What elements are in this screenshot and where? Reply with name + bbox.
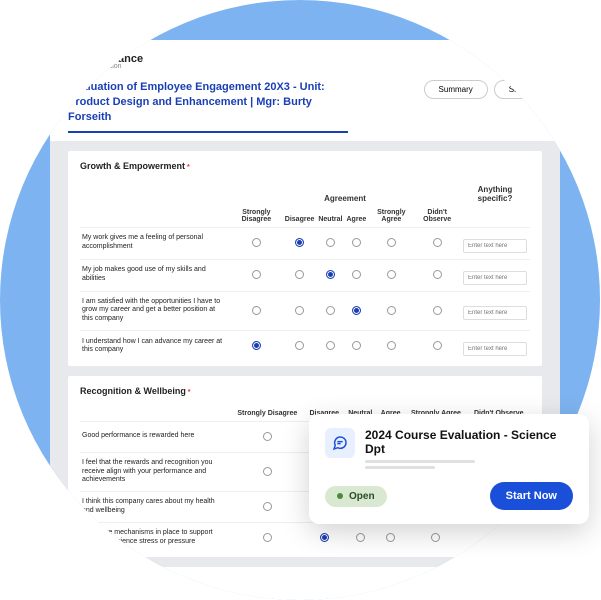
specific-input[interactable] — [463, 342, 527, 356]
radio-option[interactable] — [252, 341, 261, 350]
card-placeholder-lines — [365, 460, 573, 469]
table-row: I am satisfied with the opportunities I … — [80, 291, 530, 330]
statement-cell: I understand how I can advance my career… — [80, 330, 230, 362]
radio-option[interactable] — [352, 238, 361, 247]
brand: explorance Corporation — [68, 53, 143, 70]
radio-option[interactable] — [387, 341, 396, 350]
specific-input[interactable] — [463, 271, 527, 285]
radio-option[interactable] — [433, 341, 442, 350]
scale-header: Strongly Disagree — [230, 406, 305, 422]
radio-option[interactable] — [352, 341, 361, 350]
statement-cell: I am satisfied with the opportunities I … — [80, 291, 230, 330]
radio-option[interactable] — [295, 306, 304, 315]
agreement-header: Agreement — [230, 181, 460, 205]
statement-cell: There are mechanisms in place to support… — [80, 523, 230, 554]
radio-option[interactable] — [494, 533, 503, 542]
likert-table: AgreementAnything specific? Strongly Disa… — [80, 181, 530, 362]
radio-option[interactable] — [263, 467, 272, 476]
brand-logo-icon — [68, 53, 80, 65]
status-badge: Open — [325, 486, 387, 507]
radio-option[interactable] — [386, 533, 395, 542]
save-button[interactable]: Save — [494, 80, 542, 99]
start-now-button[interactable]: Start Now — [490, 482, 573, 510]
statement-cell: My job makes good use of my skills and a… — [80, 259, 230, 291]
radio-option[interactable] — [326, 238, 335, 247]
scale-header: Strongly Agree — [368, 205, 414, 228]
radio-option[interactable] — [263, 502, 272, 511]
radio-option[interactable] — [263, 432, 272, 441]
specific-input[interactable] — [463, 306, 527, 320]
specific-input[interactable] — [463, 239, 527, 253]
avatar[interactable] — [524, 52, 542, 70]
radio-option[interactable] — [326, 270, 335, 279]
status-dot-icon — [337, 493, 343, 499]
radio-option[interactable] — [252, 238, 261, 247]
section-panel: Growth & Empowerment AgreementAnything sp… — [68, 151, 542, 366]
radio-option[interactable] — [387, 270, 396, 279]
table-row: I understand how I can advance my career… — [80, 330, 530, 362]
section-panel: Organizational ValuesStrongly DisagreeDi… — [68, 567, 542, 600]
page-title: Evaluation of Employee Engagement 20X3 -… — [68, 80, 348, 133]
chat-icon — [325, 428, 355, 458]
radio-option[interactable] — [433, 306, 442, 315]
radio-option[interactable] — [295, 238, 304, 247]
scale-header: Agree — [344, 205, 368, 228]
header: explorance Corporation Evaluation of Emp… — [50, 40, 560, 141]
section-title: Growth & Empowerment — [80, 161, 530, 171]
radio-option[interactable] — [326, 341, 335, 350]
radio-option[interactable] — [320, 533, 329, 542]
radio-option[interactable] — [433, 238, 442, 247]
radio-option[interactable] — [295, 341, 304, 350]
specific-header: Anything specific? — [460, 181, 530, 205]
statement-cell: Good performance is rewarded here — [80, 421, 230, 452]
content-area: Growth & Empowerment AgreementAnything sp… — [50, 141, 560, 600]
table-row: My work gives me a feeling of personal a… — [80, 227, 530, 259]
section-title: Recognition & Wellbeing — [80, 386, 530, 396]
summary-button[interactable]: Summary — [424, 80, 488, 99]
statement-cell: I think this company cares about my heal… — [80, 492, 230, 523]
scale-header: Strongly Disagree — [230, 205, 283, 228]
radio-option[interactable] — [352, 270, 361, 279]
radio-option[interactable] — [326, 306, 335, 315]
radio-option[interactable] — [387, 238, 396, 247]
statement-cell: I feel that the rewards and recognition … — [80, 452, 230, 491]
statement-cell: My work gives me a feeling of personal a… — [80, 227, 230, 259]
radio-option[interactable] — [356, 533, 365, 542]
radio-option[interactable] — [352, 306, 361, 315]
radio-option[interactable] — [252, 270, 261, 279]
table-row: There are mechanisms in place to support… — [80, 523, 530, 554]
table-row: My job makes good use of my skills and a… — [80, 259, 530, 291]
radio-option[interactable] — [431, 533, 440, 542]
radio-option[interactable] — [433, 270, 442, 279]
status-label: Open — [349, 491, 375, 502]
radio-option[interactable] — [387, 306, 396, 315]
radio-option[interactable] — [263, 533, 272, 542]
radio-option[interactable] — [295, 270, 304, 279]
evaluation-card: 2024 Course Evaluation - Science Dpt Ope… — [309, 414, 589, 524]
card-title: 2024 Course Evaluation - Science Dpt — [365, 428, 573, 456]
radio-option[interactable] — [252, 306, 261, 315]
section-title: Organizational Values — [80, 577, 530, 587]
scale-header: Disagree — [283, 205, 317, 228]
scale-header: Neutral — [316, 205, 344, 228]
scale-header: Didn't Observe — [414, 205, 460, 228]
